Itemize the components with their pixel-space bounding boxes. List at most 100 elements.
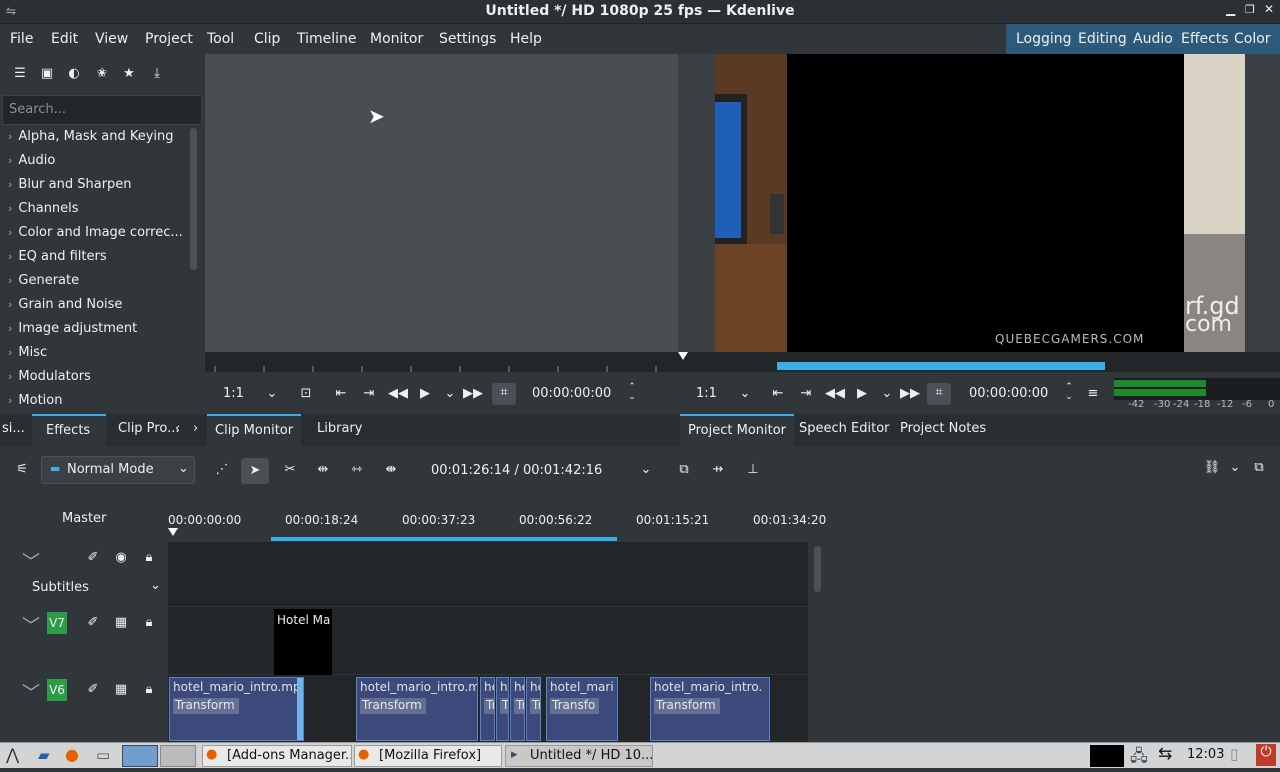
clip-timecode[interactable]: 00:00:00:00 [532, 386, 611, 401]
menu-view[interactable]: View [95, 31, 128, 47]
forward-icon[interactable]: ▶▶ [900, 384, 920, 404]
film-icon[interactable]: ▦ [111, 680, 131, 700]
maximize-icon[interactable]: ❐ [1245, 3, 1255, 16]
video-clip[interactable]: hotel_mario_intro.mp Transform [169, 677, 304, 741]
effect-category[interactable]: › Generate [0, 270, 185, 294]
firefox-icon[interactable]: ● [65, 745, 79, 764]
clip-monitor-ruler[interactable] [205, 352, 678, 372]
desktop-2[interactable] [160, 745, 196, 767]
effects-search-input[interactable]: Search... [2, 95, 202, 125]
effect-category[interactable]: › Alpha, Mask and Keying [0, 126, 185, 150]
effects-wand-icon[interactable]: ✐ [83, 680, 103, 700]
ripple-tool-icon[interactable]: ⇿ [347, 460, 367, 480]
chevron-down-icon[interactable]: ⌄ [735, 384, 755, 404]
workspace-logging[interactable]: Logging [1016, 24, 1072, 54]
download-icon[interactable]: ⤓ [149, 66, 165, 82]
tab-project-notes[interactable]: Project Notes [892, 414, 994, 446]
desktop-1[interactable] [122, 745, 158, 767]
project-monitor-ruler[interactable] [678, 352, 1280, 372]
timeline-vscroll[interactable] [808, 542, 828, 742]
slip-tool-icon[interactable]: ⇼ [381, 460, 401, 480]
lock-icon[interactable]: 🔒︎ [139, 548, 159, 568]
effect-category[interactable]: › Modulators [0, 366, 185, 390]
tab-project-monitor[interactable]: Project Monitor [680, 414, 795, 446]
menu-monitor[interactable]: Monitor [370, 31, 423, 47]
play-options-icon[interactable]: ⌄ [440, 384, 460, 404]
overwrite-icon[interactable]: ⊥ [743, 460, 763, 480]
lock-screen-icon[interactable]: ▯ [1230, 745, 1238, 763]
video-effects-icon[interactable]: ▣ [39, 66, 55, 82]
workspace-color[interactable]: Color [1234, 24, 1271, 54]
crop-icon[interactable]: ⌗ [492, 383, 516, 405]
chevron-down-icon[interactable]: ⌄ [150, 578, 161, 593]
tab-speech-editor[interactable]: Speech Editor [791, 414, 898, 446]
video-clip[interactable]: he Tr [480, 677, 495, 741]
project-zoom-select[interactable]: 1:1 [696, 386, 717, 401]
chevron-down-icon[interactable]: ⌄ [636, 460, 656, 480]
menu-help[interactable]: Help [510, 31, 542, 47]
effect-category[interactable]: › Misc [0, 342, 185, 366]
video-clip[interactable]: hotel_mari Transfo [546, 677, 618, 741]
collapse-icon[interactable]: ﹀ [22, 548, 40, 574]
menu-project[interactable]: Project [145, 31, 193, 47]
tab-scroll-left-icon[interactable]: ‹ [175, 421, 180, 436]
video-clip[interactable]: h Tr [496, 677, 509, 741]
clip-zoom-select[interactable]: 1:1 [223, 386, 244, 401]
power-icon[interactable]: ⏻ [1256, 744, 1276, 766]
track-badge-v7[interactable]: V7 [47, 612, 67, 634]
rewind-icon[interactable]: ◀◀ [825, 384, 845, 404]
workspace-editing[interactable]: Editing [1078, 24, 1127, 54]
task-firefox[interactable]: ● [Mozilla Firefox] [354, 745, 502, 767]
play-options-icon[interactable]: ⌄ [877, 384, 897, 404]
chevron-down-icon[interactable]: ⌄ [262, 384, 282, 404]
workspace-effects[interactable]: Effects [1181, 24, 1229, 54]
effect-category[interactable]: › Image adjustment [0, 318, 185, 342]
play-icon[interactable]: ▶ [415, 384, 435, 404]
switch-user-icon[interactable]: ⇆ [1158, 744, 1172, 764]
close-icon[interactable]: ✕ [1264, 2, 1274, 16]
magnet-icon[interactable]: ⋰ [212, 460, 232, 480]
menu-edit[interactable]: Edit [51, 31, 78, 47]
effects-wand-icon[interactable]: ✐ [83, 548, 103, 568]
lock-icon[interactable]: 🔒︎ [139, 613, 159, 633]
audio-effects-icon[interactable]: ◐ [66, 66, 82, 82]
effect-category[interactable]: › Channels [0, 198, 185, 222]
video-clip[interactable]: hotel_mario_intro. Transform [650, 677, 770, 741]
video-clip[interactable]: hotel_mario_intro.m Transform [356, 677, 478, 741]
effect-category[interactable]: › Grain and Noise [0, 294, 185, 318]
favorite-icon[interactable]: ★ [121, 66, 137, 82]
chevron-down-icon[interactable]: ⌄ [1225, 458, 1245, 478]
selection-tool-icon[interactable]: ➤ [241, 458, 269, 484]
playhead-marker[interactable] [678, 352, 688, 360]
menu-settings[interactable]: Settings [439, 31, 496, 47]
timeline-tracks[interactable]: Hotel Ma hotel_mario_intro.mp Transform h… [168, 542, 808, 742]
collapse-icon[interactable]: ﹀ [22, 679, 40, 705]
file-manager-icon[interactable]: ▰ [38, 746, 50, 764]
timeline-zone-bar[interactable] [271, 537, 617, 541]
eye-icon[interactable]: ◉ [111, 548, 131, 568]
menu-file[interactable]: File [10, 31, 33, 47]
title-clip[interactable]: Hotel Ma [274, 609, 332, 675]
tab-clip-monitor[interactable]: Clip Monitor [207, 414, 302, 446]
fit-frame-icon[interactable]: ⊡ [296, 384, 316, 404]
effect-category[interactable]: › Motion [0, 390, 185, 414]
workspace-audio[interactable]: Audio [1133, 24, 1173, 54]
spacer-tool-icon[interactable]: ⇹ [313, 460, 333, 480]
effect-category[interactable]: › Color and Image correc... [0, 222, 185, 246]
video-clip[interactable]: he Tr [510, 677, 525, 741]
effects-scrollbar[interactable] [190, 128, 197, 270]
play-icon[interactable]: ▶ [852, 384, 872, 404]
effect-category[interactable]: › Audio [0, 150, 185, 174]
timeline-playhead[interactable] [168, 528, 178, 536]
video-clip[interactable]: he Tr [526, 677, 541, 741]
edit-mode-select[interactable]: ▬ Normal Mode ⌄ [41, 456, 195, 484]
menu-timeline[interactable]: Timeline [297, 31, 357, 47]
tab-project-bin[interactable]: si... [0, 414, 33, 446]
clip-monitor-view[interactable] [205, 54, 678, 352]
rewind-icon[interactable]: ◀◀ [388, 384, 408, 404]
timecode-spin-icon[interactable]: ⌃ ⌄ [1059, 382, 1079, 402]
tab-effects[interactable]: Effects [32, 414, 106, 446]
overlay-icon[interactable]: ⧉ [674, 460, 694, 480]
menu-tool[interactable]: Tool [207, 31, 234, 47]
start-menu-icon[interactable]: ⋀ [6, 745, 19, 764]
